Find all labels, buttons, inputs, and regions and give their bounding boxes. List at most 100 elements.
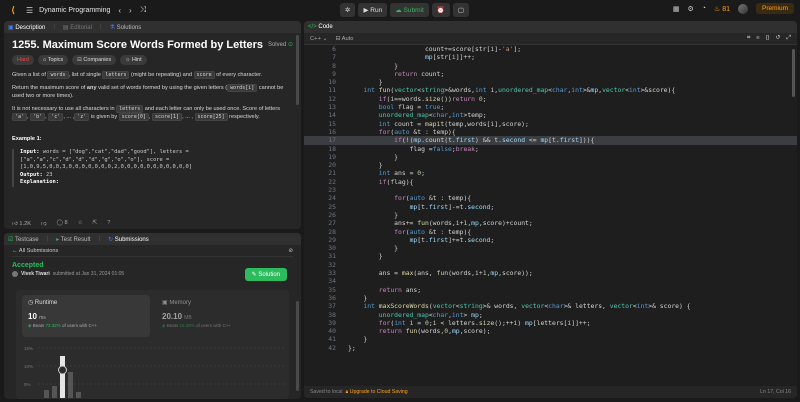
flask-icon: ⚗ — [109, 24, 115, 31]
text: and each letter can only be used once. S… — [143, 106, 281, 112]
next-problem-icon[interactable]: › — [129, 6, 132, 15]
pencil-icon: ✎ — [251, 272, 257, 278]
inline-code: words[i] — [227, 84, 258, 92]
text: of every character. — [214, 72, 263, 78]
code-line: 12 if(i==words.size())return 0; — [328, 94, 487, 103]
explanation-label: Explanation: — [20, 179, 59, 185]
code-line: 37 int maxScoreWords(vector<string>& wor… — [328, 302, 691, 311]
share-button[interactable]: ⇱ — [93, 220, 98, 226]
code-line: 32 — [328, 260, 336, 269]
hist-tick: 10% — [24, 364, 33, 369]
format-icon[interactable]: ≡ — [756, 35, 759, 42]
layout-icon[interactable]: ▦ — [673, 5, 680, 13]
notes-button[interactable]: ▢ — [452, 3, 469, 17]
runtime-histogram[interactable]: 15% 10% 5% — [22, 342, 284, 398]
memory-label-row: ▣ Memory — [162, 299, 278, 306]
save-status: Saved to local 🔒︎ Upgrade to Cloud Savin… — [310, 389, 408, 396]
tab-separator: | — [99, 24, 102, 30]
description-paragraph: Given a list of words, list of single le… — [12, 71, 293, 79]
comments-button[interactable]: ◯ 8 — [57, 220, 68, 226]
code-line: 7 mp[str[i]]++; — [332, 53, 475, 62]
hint-tag[interactable]: ☼ Hint — [120, 55, 147, 65]
problem-list-icon[interactable]: ☰ — [26, 6, 33, 15]
debug-button[interactable]: ✲ — [340, 3, 356, 17]
submitter-name[interactable]: Vivek Tiwari — [21, 271, 50, 277]
copy-link-icon[interactable]: ⊘ — [288, 248, 293, 254]
play-icon: ▶ — [363, 7, 371, 14]
output-value: 23 — [42, 171, 53, 178]
bell-icon[interactable]: ◔ — [702, 5, 706, 12]
editor-scrollbar[interactable] — [792, 49, 795, 97]
companies-tag[interactable]: ⊡ Companies — [72, 55, 117, 65]
top-bar: ⟨ ☰ Dynamic Programming ‹ › ⤨ ✲ ▶ Run ☁ … — [0, 0, 800, 20]
tab-testcase[interactable]: ☑ Testcase — [8, 236, 39, 243]
prev-problem-icon[interactable]: ‹ — [118, 6, 121, 15]
beats-suffix: of users with C++ — [62, 323, 98, 328]
code-editor[interactable]: 6 count+=score[str[i]-'a']; 7 mp[str[i]]… — [304, 45, 797, 386]
tab-submissions[interactable]: ↻ Submissions — [108, 236, 149, 243]
code-line: 28 for(auto &t : temp){ — [328, 227, 472, 236]
inline-code: words — [47, 71, 69, 79]
code-line: 8 } — [332, 61, 399, 70]
upgrade-label: Upgrade to Cloud Saving — [349, 388, 408, 395]
leetcode-logo-icon[interactable]: ⟨ — [8, 5, 18, 15]
difficulty-badge: Hard — [12, 55, 34, 65]
tab-solutions[interactable]: ⚗ Solutions — [110, 24, 142, 31]
runtime-card[interactable]: ◷ Runtime 10 ms ◈ Beats 73.32% of users … — [22, 295, 150, 337]
example-output: Output: 23 — [20, 172, 293, 180]
timer-button[interactable]: ⏰ — [431, 3, 450, 17]
code-line: 10 } — [328, 78, 383, 87]
reset-icon[interactable]: ↺ — [776, 35, 781, 42]
streak-counter[interactable]: ♨ 81 — [714, 5, 730, 13]
auto-toggle[interactable]: ⊟ Auto — [335, 36, 353, 42]
code-line: 30 } — [328, 244, 399, 253]
streak-value: 81 — [722, 5, 730, 13]
tab-editorial-label: Editorial — [70, 24, 92, 31]
run-label: Run — [370, 6, 383, 14]
favorite-button[interactable]: ☆ — [78, 220, 83, 226]
like-button[interactable]: 👍︎ 1.2K — [12, 220, 31, 227]
shuffle-icon[interactable]: ⤨ — [140, 5, 146, 15]
upgrade-link[interactable]: 🔒︎ Upgrade to Cloud Saving — [345, 389, 407, 395]
submit-button[interactable]: ☁ Submit — [390, 3, 429, 17]
like-count: 1.2K — [19, 220, 31, 227]
memory-label: Memory — [169, 300, 192, 306]
hist-bar — [44, 390, 49, 398]
gear-icon[interactable]: ⚙ — [687, 5, 693, 13]
run-button[interactable]: ▶ Run — [358, 3, 388, 17]
language-select[interactable]: C++ ⌄ — [310, 36, 327, 42]
memory-card[interactable]: ▣ Memory 20.10 MB ◈ Beats 15.39% of user… — [156, 295, 284, 337]
solution-button[interactable]: ✎ Solution — [244, 268, 287, 281]
language-value: C++ — [310, 35, 321, 42]
problem-tags: Hard ⌂ Topics ⊡ Companies ☼ Hint — [12, 55, 293, 65]
help-button[interactable]: ? — [107, 220, 110, 226]
problem-title-row: 1255. Maximum Score Words Formed by Lett… — [12, 40, 293, 51]
cursor-position: Ln 17, Col 16 — [760, 389, 791, 395]
problem-list-title[interactable]: Dynamic Programming — [39, 7, 110, 14]
star-icon: ☆ — [77, 220, 83, 226]
lock-icon: ⊡ — [77, 57, 82, 63]
premium-button[interactable]: Premium — [755, 3, 794, 14]
inline-code: score[25] — [194, 113, 228, 121]
input-label: Input: — [20, 149, 40, 155]
code-line: 11 int fun(vector<string>&words,int i,un… — [328, 86, 676, 95]
inline-code: letters — [102, 71, 130, 79]
submissions-scrollbar[interactable] — [296, 301, 299, 391]
code-line: 24 for(auto &t : temp){ — [328, 194, 472, 203]
chip-icon: ▣ — [162, 300, 168, 306]
fullscreen-icon[interactable]: ⤢ — [786, 35, 791, 42]
alarm-icon: ⏰ — [436, 7, 445, 14]
tab-description[interactable]: ▣ Description — [8, 24, 45, 31]
bookmark-icon[interactable]: ⌗ — [747, 35, 750, 42]
braces-icon[interactable]: {} — [766, 35, 770, 42]
tab-code[interactable]: </> Code — [308, 24, 333, 30]
dislike-button[interactable]: 👎︎ — [41, 220, 47, 227]
all-submissions-link[interactable]: ← All Submissions — [12, 248, 58, 254]
avatar[interactable] — [737, 3, 748, 14]
hist-bar — [68, 372, 73, 398]
description-scrollbar[interactable] — [296, 35, 299, 105]
tab-test-result[interactable]: ▸ Test Result — [56, 236, 90, 243]
topics-tag[interactable]: ⌂ Topics — [37, 55, 69, 65]
bulb-icon: ☼ — [125, 57, 131, 63]
tab-editorial[interactable]: ▤ Editorial — [63, 24, 92, 31]
